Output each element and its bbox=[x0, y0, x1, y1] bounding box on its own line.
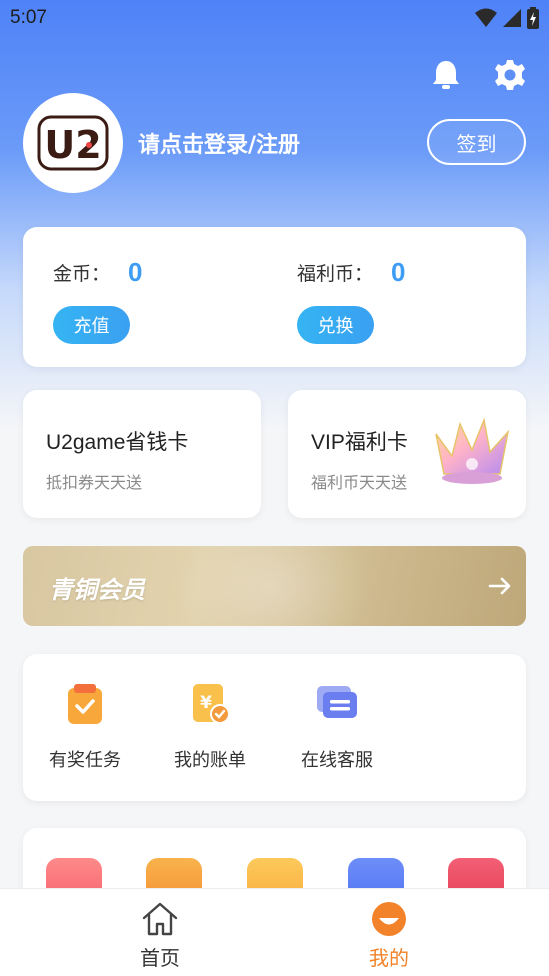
wallet-card: 金币： 0 充值 福利币： 0 兑换 bbox=[23, 227, 526, 367]
status-bar: 5:07 bbox=[0, 0, 549, 36]
tab-home-label: 首页 bbox=[140, 946, 180, 970]
gold-value: 0 bbox=[128, 257, 143, 287]
vip-card[interactable]: VIP福利卡 福利币天天送 bbox=[288, 390, 526, 518]
saving-card-title: U2game省钱卡 bbox=[46, 431, 189, 454]
tool-tasks[interactable]: 有奖任务 bbox=[30, 682, 140, 772]
gold-balance: 金币： 0 bbox=[53, 257, 142, 288]
tools-card: 有奖任务 ¥ 我的账单 在线客服 bbox=[23, 654, 526, 801]
crown-icon bbox=[435, 417, 510, 484]
recharge-button[interactable]: 充值 bbox=[53, 306, 130, 344]
wifi-icon bbox=[475, 8, 497, 27]
tool-tasks-label: 有奖任务 bbox=[49, 750, 121, 771]
bell-icon[interactable] bbox=[429, 58, 463, 92]
membership-title: 青铜会员 bbox=[49, 576, 145, 604]
saving-card-subtitle: 抵扣券天天送 bbox=[46, 473, 143, 492]
battery-icon bbox=[527, 7, 539, 29]
tab-mine[interactable]: 我的 bbox=[329, 899, 449, 971]
banner-sheen bbox=[173, 546, 373, 626]
task-clipboard-icon bbox=[68, 684, 102, 724]
tool-bills-label: 我的账单 bbox=[174, 750, 246, 771]
bottom-tab-bar: 首页 我的 bbox=[0, 888, 549, 976]
vip-card-subtitle: 福利币天天送 bbox=[311, 473, 408, 492]
login-register-link[interactable]: 请点击登录/注册 bbox=[138, 127, 300, 159]
welfare-label: 福利币： bbox=[297, 263, 374, 285]
checkin-button[interactable]: 签到 bbox=[427, 119, 526, 165]
tool-support-label: 在线客服 bbox=[301, 750, 373, 771]
tab-home[interactable]: 首页 bbox=[100, 899, 220, 971]
mine-face-icon bbox=[372, 902, 406, 936]
signal-icon bbox=[503, 9, 521, 27]
vip-card-title: VIP福利卡 bbox=[311, 431, 408, 454]
status-time: 5:07 bbox=[10, 7, 47, 28]
welfare-value: 0 bbox=[391, 257, 406, 287]
gear-icon[interactable] bbox=[493, 58, 527, 92]
header-actions bbox=[429, 58, 527, 92]
tab-mine-label: 我的 bbox=[369, 946, 409, 970]
bill-icon: ¥ bbox=[193, 684, 230, 724]
status-icons bbox=[475, 7, 539, 29]
tool-support[interactable]: 在线客服 bbox=[282, 682, 392, 772]
saving-card[interactable]: U2game省钱卡 抵扣券天天送 bbox=[23, 390, 261, 518]
membership-banner[interactable]: 青铜会员 bbox=[23, 546, 526, 626]
svg-text:¥: ¥ bbox=[200, 693, 212, 713]
avatar[interactable]: U2 bbox=[23, 93, 123, 193]
arrow-right-icon bbox=[488, 577, 511, 595]
chat-icon bbox=[317, 686, 357, 718]
u2-logo-icon: U2 bbox=[37, 115, 109, 171]
welfare-balance: 福利币： 0 bbox=[297, 257, 405, 288]
home-icon bbox=[142, 902, 178, 936]
gold-label: 金币： bbox=[53, 263, 111, 285]
tool-bills[interactable]: ¥ 我的账单 bbox=[155, 682, 265, 772]
exchange-button[interactable]: 兑换 bbox=[297, 306, 374, 344]
avatar-text: U2 bbox=[44, 123, 101, 167]
